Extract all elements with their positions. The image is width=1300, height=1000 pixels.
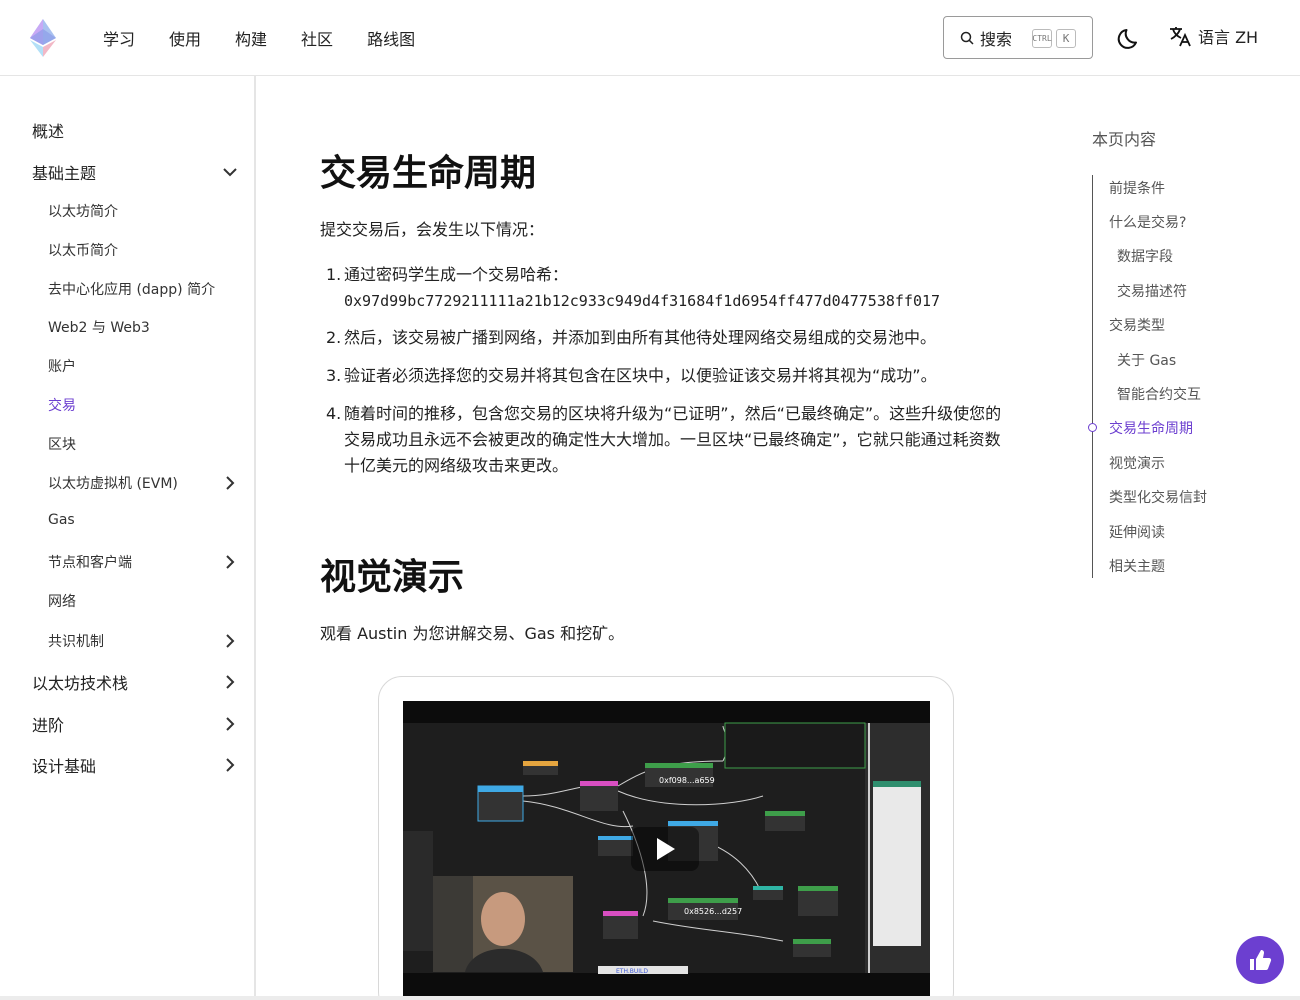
sidebar-item-label: 网络 [48,594,76,610]
sidebar-item-networks[interactable]: 网络 [48,591,238,611]
search-button[interactable]: 搜索 CTRL K [943,16,1093,59]
toc-item-data-field[interactable]: 数据字段 [1117,246,1173,266]
kbd-ctrl: CTRL [1032,29,1052,48]
sidebar-stack[interactable]: 以太坊技术栈 [32,670,238,694]
toc-title: 本页内容 [1092,130,1157,149]
sidebar-item-consensus[interactable]: 共识机制 [48,631,238,651]
sidebar-item-label: 以太坊简介 [48,204,118,220]
moon-icon[interactable] [1117,25,1143,51]
sidebar-item-blocks[interactable]: 区块 [48,434,238,454]
bottom-bar [0,996,1300,1000]
sidebar-item-label: 交易 [48,398,76,414]
toc-item-visual-demo[interactable]: 视觉演示 [1109,453,1165,473]
chevron-right-icon [226,717,235,731]
sidebar-basics[interactable]: 基础主题 [32,160,238,184]
list-number: 1. [326,265,342,284]
sidebar-item-label: 基础主题 [32,164,97,183]
chevron-right-icon [226,675,235,689]
toc-active-indicator [1088,423,1097,432]
sidebar-item-label: 去中心化应用 (dapp) 简介 [48,282,216,298]
list-number: 4. [326,404,342,423]
left-sidebar: 概述 基础主题 以太坊简介 以太币简介 去中心化应用 (dapp) 简介 Web… [0,76,256,996]
video-label-ethbuild: ETH.BUILD [616,968,648,975]
nav-community[interactable]: 社区 [301,26,333,50]
sidebar-overview[interactable]: 概述 [32,118,238,142]
sidebar-advanced[interactable]: 进阶 [32,712,238,736]
chevron-right-icon [226,476,235,490]
video-label-address-2: 0x8526...d257 [684,907,742,916]
sidebar-item-label: 共识机制 [48,634,104,650]
intro-text: 提交交易后，会发生以下情况： [320,220,545,239]
step-2-text: 然后，该交易被广播到网络，并添加到由所有其他待处理网络交易组成的交易池中。 [344,328,937,347]
toc-item-lifecycle[interactable]: 交易生命周期 [1109,418,1193,438]
sidebar-item-intro-dapps[interactable]: 去中心化应用 (dapp) 简介 [48,279,238,299]
sidebar-item-label: 设计基础 [32,757,97,776]
nav-learn[interactable]: 学习 [103,26,135,50]
toc-item-about-gas[interactable]: 关于 Gas [1117,350,1176,370]
main-nav: 学习 使用 构建 社区 路线图 [103,0,449,76]
nav-build[interactable]: 构建 [235,26,267,50]
sidebar-item-label: 节点和客户端 [48,555,132,571]
sidebar-item-label: 账户 [48,359,76,375]
list-number: 2. [326,328,342,347]
transaction-hash: 0x97d99bc7729211111a21b12c933c949d4f3168… [344,292,941,310]
sidebar-design[interactable]: 设计基础 [32,753,238,777]
video-label-address-1: 0xf098...a659 [659,776,715,785]
nav-use[interactable]: 使用 [169,26,201,50]
sidebar-item-web2-web3[interactable]: Web2 与 Web3 [48,317,238,337]
nav-roadmap[interactable]: 路线图 [367,26,415,50]
toc-item-descriptor[interactable]: 交易描述符 [1117,281,1187,301]
kbd-k: K [1056,29,1076,48]
sidebar-item-label: 概述 [32,122,65,141]
step-1-text: 通过密码学生成一个交易哈希： [344,265,569,284]
video-player[interactable]: 0xf098...a659 0x8526...d257 ETH.BUILD [403,701,930,997]
top-header: 学习 使用 构建 社区 路线图 搜索 CTRL K 语言 ZH [0,0,1300,76]
video-card: 0xf098...a659 0x8526...d257 ETH.BUILD [378,676,954,1000]
chevron-right-icon [226,555,235,569]
sidebar-item-label: 区块 [48,437,76,453]
sidebar-item-gas[interactable]: Gas [48,512,238,528]
search-icon [960,31,974,45]
toc-item-smart-contract[interactable]: 智能合约交互 [1117,384,1201,404]
toc-item-related-topics[interactable]: 相关主题 [1109,556,1165,576]
sidebar-item-label: 以太币简介 [48,243,118,259]
visual-intro-text: 观看 Austin 为您讲解交易、Gas 和挖矿。 [320,624,625,643]
chevron-down-icon [223,168,237,177]
section-title-lifecycle: 交易生命周期 [320,153,537,194]
list-number: 3. [326,366,342,385]
chevron-right-icon [226,758,235,772]
translate-icon [1170,27,1191,47]
sidebar-item-accounts[interactable]: 账户 [48,356,238,376]
sidebar-item-label: 以太坊虚拟机 (EVM) [48,476,178,492]
toc-item-types[interactable]: 交易类型 [1109,315,1165,335]
toc-item-prerequisites[interactable]: 前提条件 [1109,178,1165,198]
sidebar-item-label: 以太坊技术栈 [32,674,129,693]
language-button[interactable]: 语言 ZH [1168,24,1258,48]
feedback-button[interactable] [1236,936,1284,984]
section-title-visual: 视觉演示 [320,557,465,598]
sidebar-item-label: Gas [48,512,75,528]
ethereum-logo-icon[interactable] [30,19,56,57]
chevron-right-icon [226,634,235,648]
toc-item-typed-envelope[interactable]: 类型化交易信封 [1109,487,1207,507]
sidebar-item-intro-ethereum[interactable]: 以太坊简介 [48,201,238,221]
step-3-text: 验证者必须选择您的交易并将其包含在区块中，以便验证该交易并将其视为“成功”。 [344,366,937,385]
step-4-text: 随着时间的推移，包含您交易的区块将升级为“已证明”，然后“已最终确定”。这些升级… [344,404,1002,475]
sidebar-item-transactions[interactable]: 交易 [48,395,238,415]
search-label: 搜索 [980,29,1013,49]
toc-item-further-reading[interactable]: 延伸阅读 [1109,522,1165,542]
toc-divider [1092,175,1093,578]
toc-item-what-is-transaction[interactable]: 什么是交易? [1109,212,1186,232]
thumbs-feedback-icon [1250,950,1272,970]
video-thumbnail: 0xf098...a659 0x8526...d257 ETH.BUILD [403,701,930,997]
sidebar-item-nodes-clients[interactable]: 节点和客户端 [48,552,238,572]
sidebar-item-label: 进阶 [32,716,65,735]
sidebar-item-label: Web2 与 Web3 [48,320,150,336]
sidebar-item-evm[interactable]: 以太坊虚拟机 (EVM) [48,473,238,493]
language-label: 语言 ZH [1198,28,1259,47]
sidebar-item-intro-ether[interactable]: 以太币简介 [48,240,238,260]
